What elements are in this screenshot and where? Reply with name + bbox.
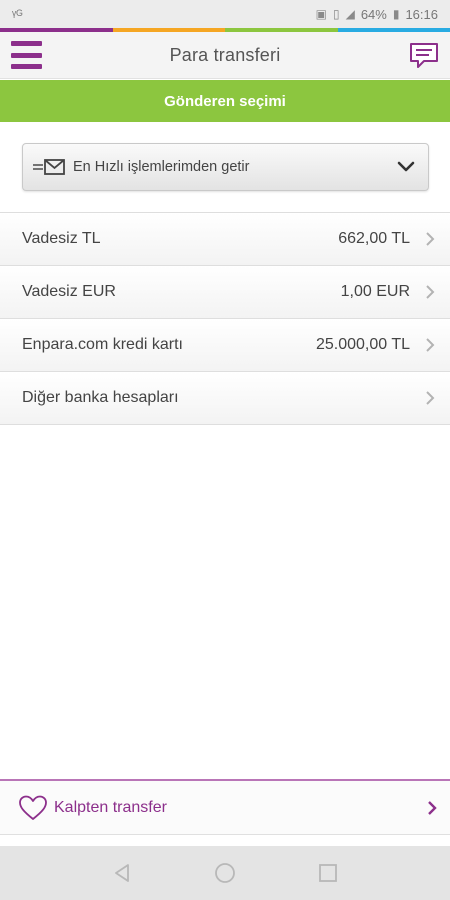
dropdown-label: En Hızlı işlemlerimden getir: [73, 159, 250, 175]
account-name: Diğer banka hesapları: [22, 389, 179, 406]
account-amount: 662,00 TL: [338, 230, 410, 247]
chevron-right-icon: [426, 391, 435, 405]
battery-percent: 64%: [360, 6, 387, 22]
page-title: Para transferi: [169, 44, 281, 65]
quick-transactions-dropdown[interactable]: En Hızlı işlemlerimden getir: [22, 143, 429, 191]
account-list: Vadesiz TL 662,00 TL Vadesiz EUR 1,00 EU…: [0, 212, 450, 425]
chevron-right-icon: [426, 338, 435, 352]
section-title: Gönderen seçimi: [164, 92, 286, 110]
status-right: ▣ ▯ ◢ 64% ▮ 16:16: [316, 7, 438, 22]
home-circle-icon[interactable]: [213, 861, 237, 885]
status-time: 16:16: [405, 6, 438, 22]
account-name: Vadesiz TL: [22, 230, 101, 247]
battery-icon: ▮: [392, 7, 400, 21]
section-title-bar: Gönderen seçimi: [0, 80, 450, 122]
kalpten-transfer-label: Kalpten transfer: [54, 798, 167, 816]
status-bar: ᵞᴳ ▣ ▯ ◢ 64% ▮ 16:16: [0, 0, 450, 28]
nfc-icon: ▣: [315, 7, 327, 21]
app-header: Para transferi: [0, 32, 450, 79]
account-row-credit-card[interactable]: Enpara.com kredi kartı 25.000,00 TL: [0, 319, 450, 372]
chat-bubble-icon[interactable]: [408, 40, 440, 72]
account-amount: 1,00 EUR: [340, 283, 410, 300]
account-amount: 25.000,00 TL: [315, 336, 410, 353]
account-row-vadesiz-eur[interactable]: Vadesiz EUR 1,00 EUR: [0, 266, 450, 319]
chevron-right-icon: [426, 232, 435, 246]
heart-icon: [19, 795, 47, 820]
account-row-vadesiz-tl[interactable]: Vadesiz TL 662,00 TL: [0, 213, 450, 266]
signal-icon: ◢: [345, 7, 355, 21]
envelope-icon: [33, 159, 65, 175]
vibrate-icon: ▯: [332, 7, 340, 21]
quick-select-area: En Hızlı işlemlerimden getir: [0, 122, 450, 212]
system-nav-bar: [0, 846, 450, 900]
recents-square-icon[interactable]: [316, 861, 340, 885]
status-left: ᵞᴳ: [12, 7, 23, 22]
kalpten-transfer-button[interactable]: Kalpten transfer: [0, 779, 450, 835]
chevron-right-icon: [426, 285, 435, 299]
hamburger-menu-icon[interactable]: [11, 41, 42, 69]
notification-icon: ᵞᴳ: [12, 6, 23, 22]
account-name: Vadesiz EUR: [22, 283, 116, 300]
chevron-right-icon: [428, 800, 437, 815]
chevron-down-icon: [397, 161, 415, 172]
back-triangle-icon[interactable]: [110, 861, 134, 885]
account-row-other-banks[interactable]: Diğer banka hesapları: [0, 372, 450, 425]
account-name: Enpara.com kredi kartı: [22, 336, 183, 353]
